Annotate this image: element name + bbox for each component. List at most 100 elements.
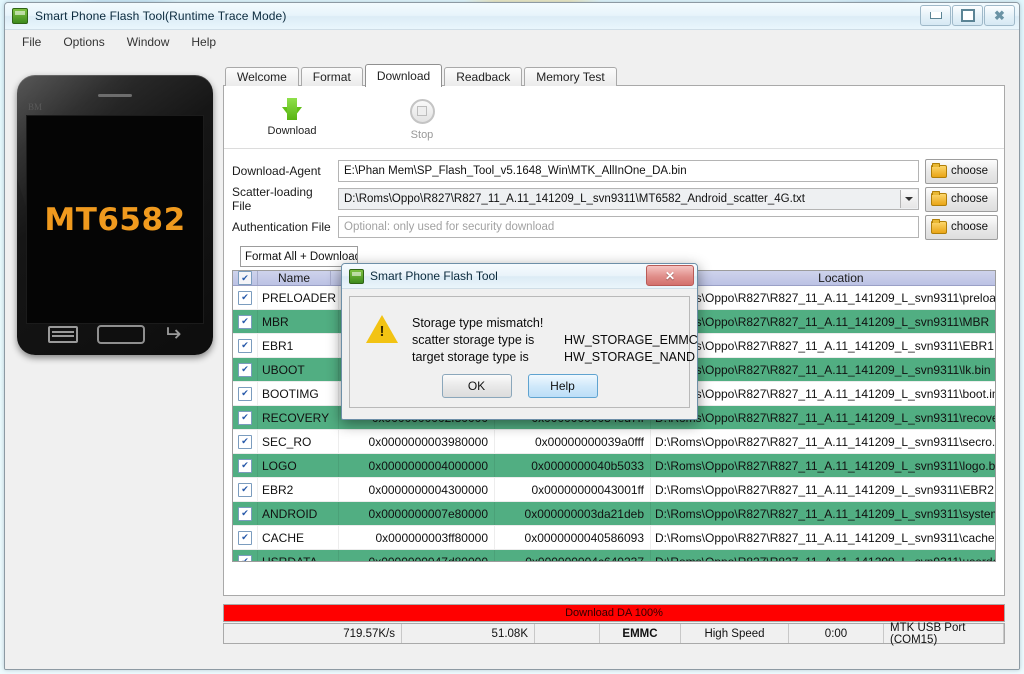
row-checkbox[interactable] bbox=[238, 434, 252, 449]
row-name: MBR bbox=[258, 310, 339, 333]
row-end-address: 0x00000000043001ff bbox=[495, 478, 651, 501]
row-checkbox[interactable] bbox=[238, 506, 252, 521]
row-location: D:\Roms\Oppo\R827\R827_11_A.11_141209_L_… bbox=[651, 430, 995, 453]
row-checkbox[interactable] bbox=[238, 530, 252, 545]
stop-button[interactable]: Stop bbox=[384, 94, 460, 141]
tab-welcome[interactable]: Welcome bbox=[225, 67, 299, 86]
row-name: RECOVERY bbox=[258, 406, 339, 429]
header-select-all[interactable] bbox=[233, 271, 258, 285]
row-checkbox-cell[interactable] bbox=[233, 526, 258, 549]
close-icon: ✖ bbox=[994, 8, 1005, 23]
app-icon bbox=[349, 268, 364, 284]
minimize-button[interactable] bbox=[920, 5, 951, 26]
storage-mismatch-dialog: Smart Phone Flash Tool ✕ Storage type mi… bbox=[341, 263, 698, 420]
folder-icon bbox=[931, 162, 947, 178]
menu-item-file[interactable]: File bbox=[11, 32, 52, 52]
row-checkbox[interactable] bbox=[238, 458, 252, 473]
row-begin-address: 0x0000000003980000 bbox=[339, 430, 495, 453]
row-begin-address: 0x0000000004000000 bbox=[339, 454, 495, 477]
row-location: D:\Roms\Oppo\R827\R827_11_A.11_141209_L_… bbox=[651, 310, 995, 333]
select-all-checkbox[interactable] bbox=[238, 271, 252, 285]
row-checkbox-cell[interactable] bbox=[233, 382, 258, 405]
folder-icon bbox=[931, 190, 947, 206]
file-fields: Download-Agent E:\Phan Mem\SP_Flash_Tool… bbox=[224, 149, 1004, 267]
tab-memory-test[interactable]: Memory Test bbox=[524, 67, 617, 86]
help-button[interactable]: Help bbox=[527, 374, 598, 398]
row-checkbox-cell[interactable] bbox=[233, 430, 258, 453]
phone-nav-buttons: ↵ bbox=[17, 321, 213, 346]
table-row[interactable]: EBR20x00000000043000000x00000000043001ff… bbox=[233, 478, 995, 502]
row-name: UBOOT bbox=[258, 358, 339, 381]
row-checkbox-cell[interactable] bbox=[233, 310, 258, 333]
authentication-file-input[interactable]: Optional: only used for security downloa… bbox=[338, 216, 919, 238]
row-location: D:\Roms\Oppo\R827\R827_11_A.11_141209_L_… bbox=[651, 478, 995, 501]
dialog-message: Storage type mismatch! scatter storage t… bbox=[412, 315, 697, 366]
row-location: D:\Roms\Oppo\R827\R827_11_A.11_141209_L_… bbox=[651, 382, 995, 405]
row-checkbox[interactable] bbox=[238, 482, 252, 497]
row-checkbox-cell[interactable] bbox=[233, 502, 258, 525]
row-checkbox[interactable] bbox=[238, 410, 252, 425]
row-end-address: 0x0000000040586093 bbox=[495, 526, 651, 549]
menu-item-window[interactable]: Window bbox=[116, 32, 181, 52]
table-row[interactable]: ANDROID0x0000000007e800000x000000003da21… bbox=[233, 502, 995, 526]
authentication-file-row: Authentication File Optional: only used … bbox=[232, 213, 998, 241]
dialog-close-button[interactable]: ✕ bbox=[646, 265, 694, 286]
ok-button[interactable]: OK bbox=[441, 374, 512, 398]
minimize-icon bbox=[929, 12, 942, 19]
tab-readback[interactable]: Readback bbox=[444, 67, 523, 86]
menu-bar: File Options Window Help bbox=[5, 30, 1019, 54]
table-row[interactable]: CACHE0x000000003ff800000x000000004058609… bbox=[233, 526, 995, 550]
row-location: D:\Roms\Oppo\R827\R827_11_A.11_141209_L_… bbox=[651, 406, 995, 429]
app-icon bbox=[12, 8, 28, 24]
row-checkbox-cell[interactable] bbox=[233, 550, 258, 561]
status-size: 51.08K bbox=[402, 624, 535, 643]
authentication-file-choose-button[interactable]: choose bbox=[925, 214, 998, 240]
row-checkbox-cell[interactable] bbox=[233, 286, 258, 309]
row-end-address: 0x000000004c640237 bbox=[495, 550, 651, 561]
download-mode-combo[interactable]: Format All + Download bbox=[240, 246, 358, 267]
folder-icon bbox=[931, 218, 947, 234]
row-begin-address: 0x0000000007e80000 bbox=[339, 502, 495, 525]
row-name: EBR2 bbox=[258, 478, 339, 501]
table-row[interactable]: LOGO0x00000000040000000x0000000040b5033D… bbox=[233, 454, 995, 478]
row-checkbox-cell[interactable] bbox=[233, 334, 258, 357]
row-checkbox[interactable] bbox=[238, 338, 252, 353]
row-name: CACHE bbox=[258, 526, 339, 549]
choose-label: choose bbox=[951, 221, 989, 233]
download-button[interactable]: Download bbox=[254, 97, 330, 137]
row-end-address: 0x00000000039a0fff bbox=[495, 430, 651, 453]
scatter-file-input[interactable]: D:\Roms\Oppo\R827\R827_11_A.11_141209_L_… bbox=[338, 188, 919, 210]
table-row[interactable]: SEC_RO0x00000000039800000x00000000039a0f… bbox=[233, 430, 995, 454]
menu-item-help[interactable]: Help bbox=[180, 32, 227, 52]
row-name: LOGO bbox=[258, 454, 339, 477]
row-checkbox-cell[interactable] bbox=[233, 454, 258, 477]
download-button-label: Download bbox=[267, 124, 317, 137]
row-checkbox-cell[interactable] bbox=[233, 478, 258, 501]
row-checkbox[interactable] bbox=[238, 362, 252, 377]
row-checkbox[interactable] bbox=[238, 554, 252, 561]
row-checkbox-cell[interactable] bbox=[233, 406, 258, 429]
scatter-file-choose-button[interactable]: choose bbox=[925, 186, 998, 212]
progress-bar: Download DA 100% bbox=[223, 604, 1005, 622]
table-row[interactable]: USRDATA0x0000000047d800000x000000004c640… bbox=[233, 550, 995, 561]
chevron-down-icon[interactable] bbox=[900, 190, 917, 208]
download-arrow-icon bbox=[282, 97, 302, 120]
warning-icon bbox=[366, 315, 398, 343]
download-agent-choose-button[interactable]: choose bbox=[925, 158, 998, 184]
close-button[interactable]: ✖ bbox=[984, 5, 1015, 26]
row-checkbox-cell[interactable] bbox=[233, 358, 258, 381]
maximize-button[interactable] bbox=[952, 5, 983, 26]
menu-item-options[interactable]: Options bbox=[52, 32, 115, 52]
row-checkbox[interactable] bbox=[238, 386, 252, 401]
row-name: ANDROID bbox=[258, 502, 339, 525]
download-agent-input[interactable]: E:\Phan Mem\SP_Flash_Tool_v5.1648_Win\MT… bbox=[338, 160, 919, 182]
scatter-file-row: Scatter-loading File D:\Roms\Oppo\R827\R… bbox=[232, 185, 998, 213]
header-name[interactable]: Name bbox=[258, 271, 331, 285]
tab-format[interactable]: Format bbox=[300, 67, 363, 86]
target-storage-value: HW_STORAGE_NAND bbox=[564, 350, 696, 364]
tab-download[interactable]: Download bbox=[364, 64, 443, 87]
row-checkbox[interactable] bbox=[238, 314, 252, 329]
dialog-title-bar: Smart Phone Flash Tool ✕ bbox=[342, 264, 697, 289]
row-checkbox[interactable] bbox=[238, 290, 252, 305]
dialog-heading: Storage type mismatch! bbox=[412, 316, 544, 330]
